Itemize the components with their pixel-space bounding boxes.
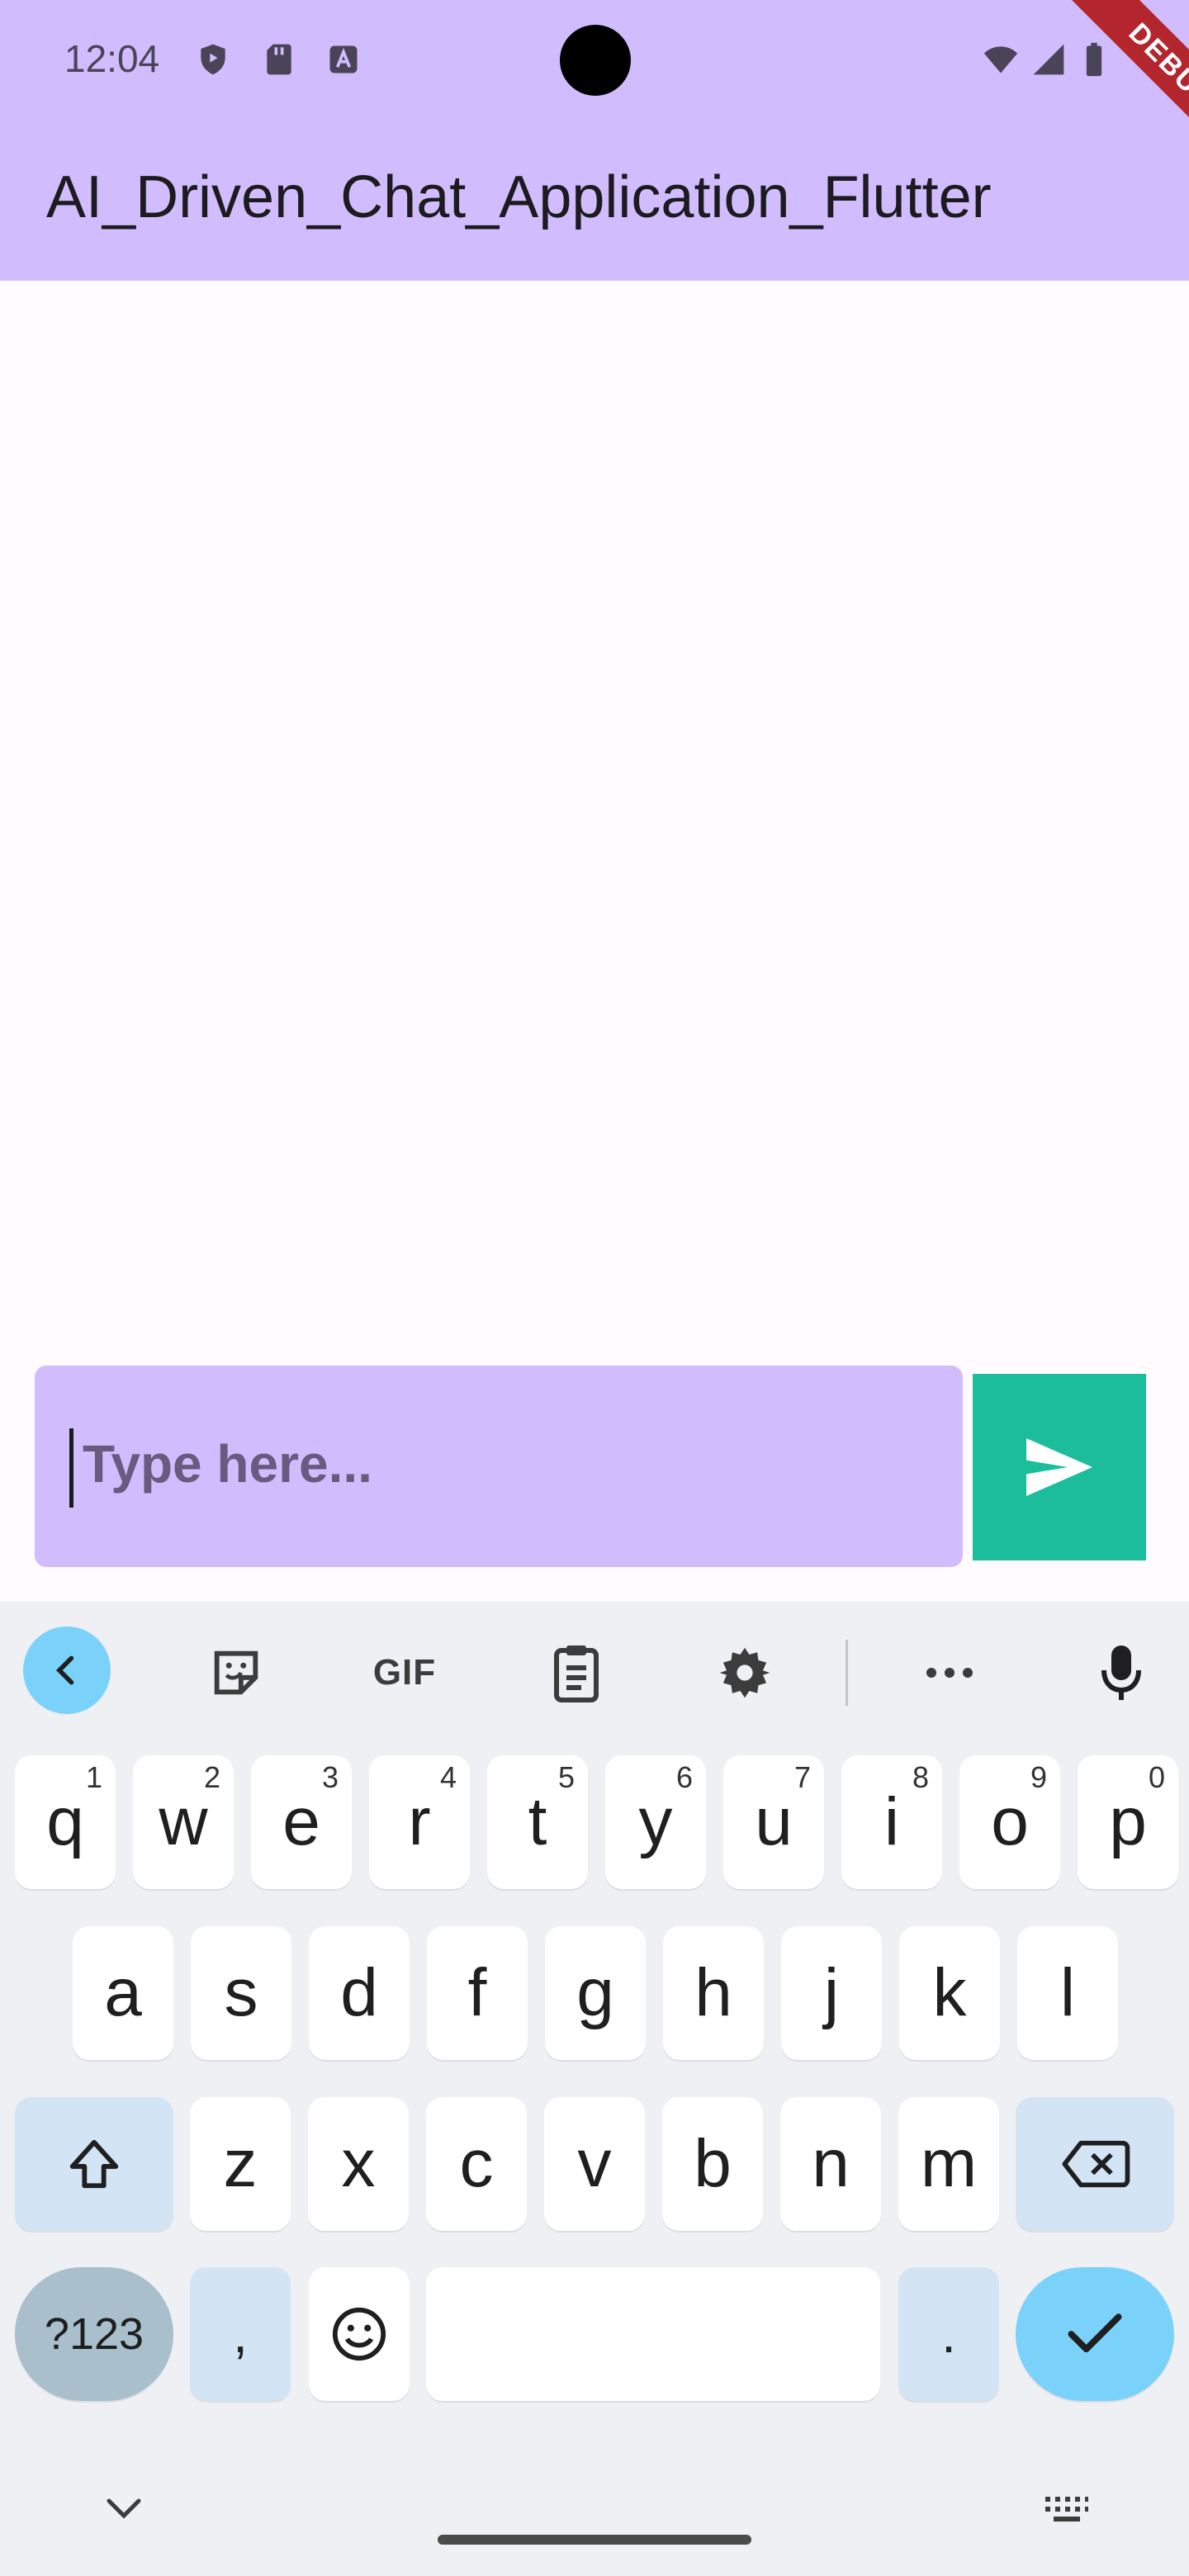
key-label: r — [408, 1784, 431, 1859]
home-indicator[interactable] — [438, 2535, 751, 2545]
chat-messages-area[interactable] — [0, 281, 1189, 1354]
key-f[interactable]: f — [427, 1926, 528, 2060]
key-hint: 6 — [675, 1760, 693, 1794]
key-hint: 7 — [793, 1760, 811, 1794]
font-icon — [329, 45, 358, 73]
key-label: w — [159, 1784, 208, 1859]
emoji-icon — [332, 2307, 386, 2361]
voice-input-button[interactable] — [1080, 1631, 1163, 1714]
toolbar-divider — [846, 1640, 848, 1706]
key-h[interactable]: h — [663, 1926, 764, 2060]
settings-button[interactable] — [703, 1631, 786, 1714]
send-button[interactable] — [973, 1374, 1146, 1560]
key-label: q — [46, 1784, 84, 1859]
key-q[interactable]: q1 — [15, 1755, 116, 1889]
key-label: o — [991, 1784, 1029, 1859]
key-g[interactable]: g — [545, 1926, 646, 2060]
key-l[interactable]: l — [1017, 1926, 1118, 2060]
status-bar: 12:04 — [0, 0, 1189, 122]
sticker-icon — [214, 1650, 258, 1695]
key-m[interactable]: m — [898, 2097, 999, 2231]
key-d[interactable]: d — [309, 1926, 410, 2060]
gif-icon: GIF — [372, 1652, 437, 1693]
sdcard-icon — [267, 44, 291, 75]
status-time: 12:04 — [64, 37, 160, 80]
key-n[interactable]: n — [780, 2097, 881, 2231]
key-p[interactable]: p0 — [1078, 1755, 1178, 1889]
mic-icon — [1101, 1646, 1141, 1700]
key-k[interactable]: k — [899, 1926, 1000, 2060]
message-input-placeholder: Type here... — [83, 1434, 372, 1494]
shield-icon — [201, 44, 225, 75]
collapse-keyboard-button[interactable] — [23, 1627, 111, 1714]
key-c[interactable]: c — [426, 2097, 527, 2231]
backspace-key[interactable] — [1016, 2097, 1174, 2231]
key-i[interactable]: i8 — [841, 1755, 942, 1889]
key-hint: 3 — [321, 1760, 339, 1794]
key-hint: 1 — [85, 1760, 102, 1794]
chevron-down-icon[interactable] — [106, 2498, 142, 2521]
period-key[interactable]: . — [898, 2267, 999, 2401]
app-bar: AI_Driven_Chat_Application_Flutter — [0, 122, 1189, 281]
keyboard-switch-icon[interactable] — [1044, 2495, 1090, 2523]
symbols-key[interactable]: ?123 — [15, 2267, 173, 2401]
battery-icon — [1086, 42, 1102, 77]
key-r[interactable]: r4 — [369, 1755, 470, 1889]
key-hint: 8 — [912, 1760, 929, 1794]
signal-icon — [1033, 44, 1064, 75]
key-label: t — [528, 1784, 547, 1859]
key-hint: 0 — [1148, 1760, 1165, 1794]
key-label: e — [282, 1784, 320, 1859]
key-hint: 9 — [1030, 1760, 1047, 1794]
backspace-icon — [1062, 2140, 1130, 2188]
message-input[interactable]: Type here... — [35, 1366, 963, 1567]
key-hint: 4 — [439, 1760, 457, 1794]
key-hint: 2 — [203, 1760, 220, 1794]
page-title: AI_Driven_Chat_Application_Flutter — [46, 164, 992, 230]
key-b[interactable]: b — [662, 2097, 763, 2231]
clipboard-icon — [554, 1646, 599, 1702]
key-o[interactable]: o9 — [959, 1755, 1060, 1889]
shift-key[interactable] — [15, 2097, 173, 2231]
key-j[interactable]: j — [781, 1926, 882, 2060]
space-key[interactable] — [426, 2267, 880, 2401]
key-e[interactable]: e3 — [251, 1755, 352, 1889]
gif-button[interactable]: GIF — [363, 1631, 446, 1714]
soft-keyboard: GIF q1w2e3r4t5y6u7i8o9p0 asdfghjkl zxcvb… — [0, 1602, 1189, 2576]
key-v[interactable]: v — [544, 2097, 645, 2231]
key-hint: 5 — [557, 1760, 575, 1794]
shift-icon — [69, 2139, 119, 2189]
key-label: i — [883, 1784, 900, 1859]
send-icon — [1026, 1438, 1092, 1496]
key-label: p — [1109, 1784, 1147, 1859]
more-button[interactable] — [908, 1631, 991, 1714]
text-caret — [69, 1428, 73, 1508]
key-a[interactable]: a — [73, 1926, 173, 2060]
done-key[interactable] — [1016, 2267, 1174, 2401]
key-w[interactable]: w2 — [133, 1755, 234, 1889]
key-u[interactable]: u7 — [723, 1755, 824, 1889]
check-icon — [1068, 2313, 1122, 2353]
key-y[interactable]: y6 — [605, 1755, 706, 1889]
wifi-icon — [983, 46, 1018, 73]
chevron-left-icon — [55, 1655, 74, 1685]
key-s[interactable]: s — [191, 1926, 291, 2060]
key-t[interactable]: t5 — [487, 1755, 588, 1889]
key-z[interactable]: z — [190, 2097, 291, 2231]
emoji-key[interactable] — [309, 2267, 410, 2401]
sticker-button[interactable] — [195, 1631, 277, 1714]
key-x[interactable]: x — [308, 2097, 409, 2231]
comma-key[interactable]: , — [190, 2267, 291, 2401]
more-icon — [926, 1668, 973, 1678]
gear-icon — [719, 1647, 770, 1698]
clipboard-button[interactable] — [535, 1631, 618, 1714]
key-label: u — [755, 1784, 793, 1859]
key-label: y — [638, 1784, 673, 1859]
camera-cutout — [560, 25, 631, 96]
